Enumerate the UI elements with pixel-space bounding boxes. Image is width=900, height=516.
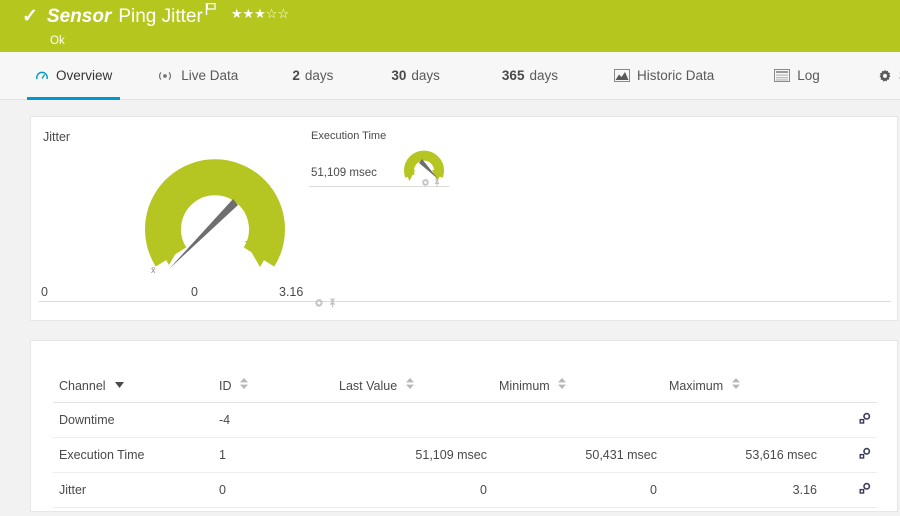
sensor-header-title-row: ✓ Sensor Ping Jitter ★★★☆☆ <box>22 2 900 32</box>
column-header-channel-label: Channel <box>59 379 106 393</box>
tab-30-days-label: days <box>411 68 440 83</box>
execution-time-gauge-title: Execution Time <box>311 130 387 142</box>
star-filled-3: ★ <box>254 6 266 21</box>
tab-2-days-number: 2 <box>292 68 300 83</box>
column-header-minimum[interactable]: Minimum <box>493 371 663 403</box>
cell-actions <box>823 437 877 473</box>
jitter-gauge-title: Jitter <box>43 130 71 144</box>
rating-stars[interactable]: ★★★☆☆ <box>231 7 289 21</box>
column-header-id-label: ID <box>219 378 232 393</box>
sensor-type-label: Sensor <box>46 6 112 27</box>
cell-actions <box>823 472 877 508</box>
tab-365-days-label: days <box>529 68 558 83</box>
jitter-gauge-tools <box>314 295 337 313</box>
execution-time-gauge-card[interactable]: Execution Time 51,109 msec <box>309 127 449 189</box>
tab-live-data[interactable]: Live Data <box>148 52 246 100</box>
tab-live-data-label: Live Data <box>181 68 239 83</box>
tab-365-days[interactable]: 365 days <box>494 52 566 100</box>
chart-icon <box>613 69 630 82</box>
column-header-maximum[interactable]: Maximum <box>663 371 823 403</box>
cell-id: -4 <box>213 402 333 438</box>
sort-both-icon <box>239 377 248 392</box>
page-title[interactable]: Ping Jitter <box>118 6 202 28</box>
sort-both-icon <box>405 377 414 392</box>
cell-maximum: 53,616 msec <box>663 437 823 473</box>
tab-2-days[interactable]: 2 days <box>284 52 341 100</box>
tab-365-days-number: 365 <box>501 68 525 83</box>
gear-icon <box>878 69 892 83</box>
cell-channel: Execution Time <box>53 437 213 473</box>
tab-bar: Overview Live Data 2 days 30 days 365 da… <box>0 52 900 100</box>
star-filled-1: ★ <box>230 6 243 21</box>
channels-table: Channel ID Last Value Minimum Maximum Do… <box>53 371 877 508</box>
jitter-current-value: 0 <box>41 285 48 299</box>
column-header-id[interactable]: ID <box>213 371 333 403</box>
sort-desc-icon <box>115 377 125 391</box>
jitter-scale-min: 0 <box>191 285 198 299</box>
jitter-mean-marker: x̄ <box>151 265 156 275</box>
table-header-row: Channel ID Last Value Minimum Maximum <box>53 371 877 403</box>
sensor-header: ✓ Sensor Ping Jitter ★★★☆☆ Ok <box>0 0 900 52</box>
cell-minimum <box>493 402 663 438</box>
tab-settings[interactable]: Settings <box>870 52 900 100</box>
status-badge: Ok <box>50 35 65 47</box>
execution-time-gauge-value: 51,109 msec <box>311 167 377 179</box>
cell-minimum: 50,431 msec <box>493 437 663 473</box>
jitter-gauge[interactable] <box>141 129 301 284</box>
column-header-maximum-label: Maximum <box>669 378 724 393</box>
jitter-scale-max: 3.16 <box>279 285 304 299</box>
column-header-last-value-label: Last Value <box>339 378 398 393</box>
tab-historic-data[interactable]: Historic Data <box>606 52 722 100</box>
cell-last-value: 51,109 msec <box>333 437 493 473</box>
tab-30-days[interactable]: 30 days <box>383 52 448 100</box>
log-icon <box>774 69 791 82</box>
gauges-panel: Jitter x̄ Execution Time 51,109 msec 0 0… <box>30 116 898 321</box>
pin-icon[interactable] <box>433 174 441 192</box>
sort-both-icon <box>558 377 567 392</box>
status-check-icon: ✓ <box>22 6 38 27</box>
cell-channel: Downtime <box>53 402 213 438</box>
live-icon <box>156 70 174 82</box>
cell-maximum <box>663 402 823 438</box>
cell-maximum: 3.16 <box>663 472 823 508</box>
flag-icon[interactable] <box>205 2 217 21</box>
column-header-channel[interactable]: Channel <box>53 371 213 403</box>
tab-30-days-number: 30 <box>391 68 407 83</box>
jitter-axis-line <box>39 301 891 302</box>
table-row[interactable]: Jitter 0 0 0 3.16 <box>53 472 877 508</box>
star-filled-2: ★ <box>242 6 255 21</box>
pin-icon[interactable] <box>328 295 337 313</box>
cell-last-value: 0 <box>333 472 493 508</box>
active-tab-underline <box>27 96 121 100</box>
tab-overview-label: Overview <box>56 68 113 83</box>
cell-id: 0 <box>213 472 333 508</box>
tab-2-days-label: days <box>304 68 334 83</box>
cell-id: 1 <box>213 437 333 473</box>
cell-actions <box>823 402 877 438</box>
column-header-actions <box>823 371 877 403</box>
gauge-icon <box>35 69 49 83</box>
cell-channel: Jitter <box>53 472 213 508</box>
tab-historic-data-label: Historic Data <box>636 68 715 83</box>
tab-log-label: Log <box>797 68 820 83</box>
cell-minimum: 0 <box>493 472 663 508</box>
tab-overview[interactable]: Overview <box>27 52 121 100</box>
tab-log[interactable]: Log <box>766 52 828 100</box>
channels-panel: Channel ID Last Value Minimum Maximum Do… <box>30 340 898 512</box>
gear-icon[interactable] <box>421 174 430 192</box>
table-row[interactable]: Downtime -4 <box>53 402 877 438</box>
channel-settings-icon[interactable] <box>858 447 871 463</box>
star-empty-4: ☆ <box>265 6 278 21</box>
execution-time-tools <box>421 174 441 192</box>
column-header-last-value[interactable]: Last Value <box>333 371 493 403</box>
cell-last-value <box>333 402 493 438</box>
channel-settings-icon[interactable] <box>858 412 871 428</box>
column-header-minimum-label: Minimum <box>499 378 550 393</box>
channel-settings-icon[interactable] <box>858 482 871 498</box>
sort-both-icon <box>731 377 740 392</box>
gear-icon[interactable] <box>314 295 324 313</box>
star-empty-5: ☆ <box>277 6 290 21</box>
table-row[interactable]: Execution Time 1 51,109 msec 50,431 msec… <box>53 437 877 473</box>
